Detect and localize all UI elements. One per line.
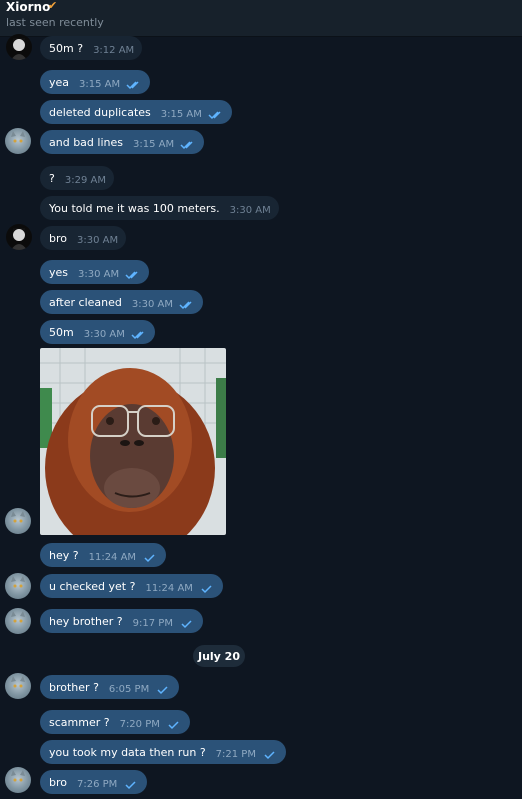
message-time: 3:15 AM — [160, 109, 202, 120]
user-avatar[interactable] — [5, 573, 31, 599]
message-text: 50m ? — [49, 41, 84, 55]
single-check-icon — [157, 685, 168, 694]
message-text: deleted duplicates — [49, 105, 151, 119]
message-time: 3:30 AM — [77, 235, 119, 246]
message-time: 3:30 AM — [131, 299, 173, 310]
single-check-icon — [201, 584, 212, 593]
double-check-icon — [208, 110, 221, 119]
orangutan-photo — [40, 348, 226, 535]
double-check-icon — [126, 80, 139, 89]
message-text: u checked yet ? — [49, 579, 136, 593]
user-avatar[interactable] — [5, 508, 31, 534]
message-time: 3:29 AM — [64, 175, 106, 186]
double-check-icon — [131, 330, 144, 339]
message-time: 3:12 AM — [93, 45, 135, 56]
last-seen-status: last seen recently — [6, 16, 104, 29]
single-check-icon — [168, 720, 179, 729]
message-bubble-outgoing[interactable]: brother ? 6:05 PM — [40, 675, 180, 699]
message-bubble-incoming[interactable]: You told me it was 100 meters. 3:30 AM — [40, 196, 279, 220]
message-bubble-outgoing[interactable]: u checked yet ? 11:24 AM — [40, 574, 223, 598]
single-check-icon — [144, 553, 155, 562]
message-bubble-outgoing[interactable]: yes 3:30 AM — [40, 260, 150, 284]
message-time: 3:15 AM — [132, 139, 175, 150]
contact-avatar[interactable] — [6, 224, 32, 250]
message-time: 7:20 PM — [119, 719, 160, 730]
single-check-icon — [264, 750, 275, 759]
date-separator: July 20 — [193, 645, 245, 667]
message-bubble-outgoing[interactable]: yea 3:15 AM — [40, 70, 151, 94]
message-bubble-outgoing[interactable]: deleted duplicates 3:15 AM — [40, 100, 232, 124]
single-check-icon — [125, 780, 136, 789]
message-bubble-incoming[interactable]: bro 3:30 AM — [40, 226, 127, 250]
message-text: hey brother ? — [49, 614, 123, 628]
message-time: 3:30 AM — [83, 329, 125, 340]
chat-header[interactable]: Xiorno ✔ last seen recently — [0, 0, 522, 37]
photo-message[interactable] — [40, 348, 226, 535]
user-avatar[interactable] — [5, 767, 31, 793]
message-time: 11:24 AM — [145, 583, 193, 594]
user-avatar[interactable] — [5, 673, 31, 699]
contact-avatar[interactable] — [6, 34, 32, 60]
double-check-icon — [180, 140, 193, 149]
message-bubble-outgoing[interactable]: 50m 3:30 AM — [40, 320, 155, 344]
message-bubble-outgoing[interactable]: after cleaned 3:30 AM — [40, 290, 203, 314]
chat-title[interactable]: Xiorno — [6, 0, 50, 14]
user-avatar[interactable] — [5, 128, 31, 154]
message-bubble-outgoing[interactable]: scammer ? 7:20 PM — [40, 710, 190, 734]
verified-icon: ✔ — [48, 0, 58, 12]
message-text: bro — [49, 775, 67, 789]
message-text: after cleaned — [49, 295, 122, 309]
message-bubble-outgoing[interactable]: and bad lines 3:15 AM — [40, 130, 205, 154]
message-time: 3:15 AM — [79, 79, 121, 90]
message-time: 7:26 PM — [77, 779, 118, 790]
message-time: 3:30 AM — [229, 205, 271, 216]
message-time: 11:24 AM — [88, 552, 137, 563]
message-bubble-incoming[interactable]: ? 3:29 AM — [40, 166, 114, 190]
message-text: bro — [49, 231, 67, 245]
message-text: 50m — [49, 325, 74, 339]
message-bubble-outgoing[interactable]: you took my data then run ? 7:21 PM — [40, 740, 286, 764]
message-time: 7:21 PM — [215, 749, 256, 760]
message-text: you took my data then run ? — [49, 745, 206, 759]
message-text: yes — [49, 265, 69, 279]
message-bubble-outgoing[interactable]: bro 7:26 PM — [40, 770, 148, 794]
message-text: ? — [49, 171, 55, 185]
message-bubble-outgoing[interactable]: hey ? 11:24 AM — [40, 543, 167, 567]
message-text: and bad lines — [49, 135, 123, 149]
message-bubble-outgoing[interactable]: hey brother ? 9:17 PM — [40, 609, 203, 633]
double-check-icon — [179, 300, 192, 309]
double-check-icon — [125, 270, 138, 279]
single-check-icon — [181, 619, 192, 628]
message-text: hey ? — [49, 548, 79, 562]
message-time: 9:17 PM — [132, 618, 173, 629]
message-text: You told me it was 100 meters. — [49, 201, 220, 215]
message-time: 3:30 AM — [78, 269, 120, 280]
message-text: yea — [49, 75, 70, 89]
message-bubble-incoming[interactable]: 50m ? 3:12 AM — [40, 36, 143, 60]
message-text: scammer ? — [49, 715, 110, 729]
user-avatar[interactable] — [5, 608, 31, 634]
message-text: brother ? — [49, 680, 99, 694]
message-time: 6:05 PM — [108, 684, 150, 695]
